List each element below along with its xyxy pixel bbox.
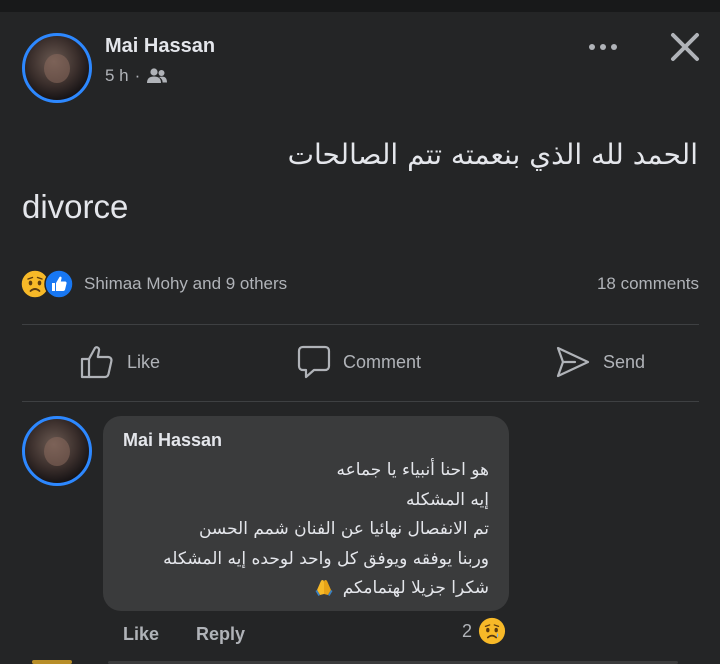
- comment-line-last: شكرا جزيلا لهتمامكم: [109, 574, 489, 604]
- like-button[interactable]: Like: [79, 344, 160, 380]
- comment-like-button[interactable]: Like: [123, 624, 159, 645]
- thumbs-up-icon: [80, 346, 113, 379]
- meta-separator: ·: [134, 66, 141, 85]
- reaction-icons[interactable]: [20, 269, 74, 299]
- comment-line: هو احنا أنبياء يا جماعه: [336, 460, 489, 480]
- comment-reaction-count: 2: [462, 620, 473, 641]
- comment-reactions[interactable]: 2: [462, 617, 506, 645]
- post-meta: 5 h ·: [105, 66, 168, 86]
- comment-text: هو احنا أنبياء يا جماعه إيه المشكله تم ا…: [109, 456, 489, 604]
- post-time[interactable]: 5 h: [105, 66, 129, 86]
- comment-button[interactable]: Comment: [297, 344, 421, 380]
- send-button[interactable]: Send: [555, 344, 645, 380]
- top-status-strip: [0, 0, 720, 12]
- comment-label: Comment: [343, 351, 422, 372]
- divider-top: [22, 324, 699, 325]
- close-icon: [671, 33, 699, 61]
- reactions-label[interactable]: Shimaa Mohy and 9 others: [84, 274, 287, 294]
- folded-hands-icon: [315, 580, 333, 596]
- author-avatar[interactable]: [22, 33, 92, 103]
- post-author-name[interactable]: Mai Hassan: [105, 35, 215, 58]
- post-text-english: divorce: [22, 188, 129, 225]
- next-comment-peek: [32, 660, 678, 664]
- comment-reply-button[interactable]: Reply: [196, 624, 245, 645]
- more-dots-icon: [589, 44, 617, 50]
- comment-bubble-icon: [297, 345, 331, 379]
- comment-bubble[interactable]: Mai Hassan هو احنا أنبياء يا جماعه إيه ا…: [103, 416, 509, 611]
- comment-line: وربنا يوفقه ويوفق كل واحد لوحده إيه المش…: [163, 548, 489, 569]
- comment-line: تم الانفصال نهائيا عن الفنان شمم الحسن: [198, 519, 489, 539]
- comment-line: شكرا جزيلا لهتمامكم: [342, 578, 489, 598]
- post-text-arabic: الحمد لله الذي بنعمته تتم الصالحات: [287, 138, 698, 171]
- friends-icon[interactable]: [146, 67, 168, 85]
- divider-bottom: [22, 401, 699, 402]
- send-label: Send: [603, 351, 646, 372]
- sad-reaction-icon: [478, 617, 506, 645]
- comment-line: إيه المشكله: [406, 489, 489, 510]
- like-label: Like: [127, 351, 161, 372]
- more-options-button[interactable]: [586, 36, 620, 58]
- comments-count[interactable]: 18 comments: [597, 274, 699, 294]
- comment-author-name[interactable]: Mai Hassan: [123, 430, 222, 451]
- send-icon: [556, 346, 590, 378]
- close-button[interactable]: [668, 30, 702, 64]
- commenter-avatar[interactable]: [22, 416, 92, 486]
- like-reaction-icon: [44, 269, 74, 299]
